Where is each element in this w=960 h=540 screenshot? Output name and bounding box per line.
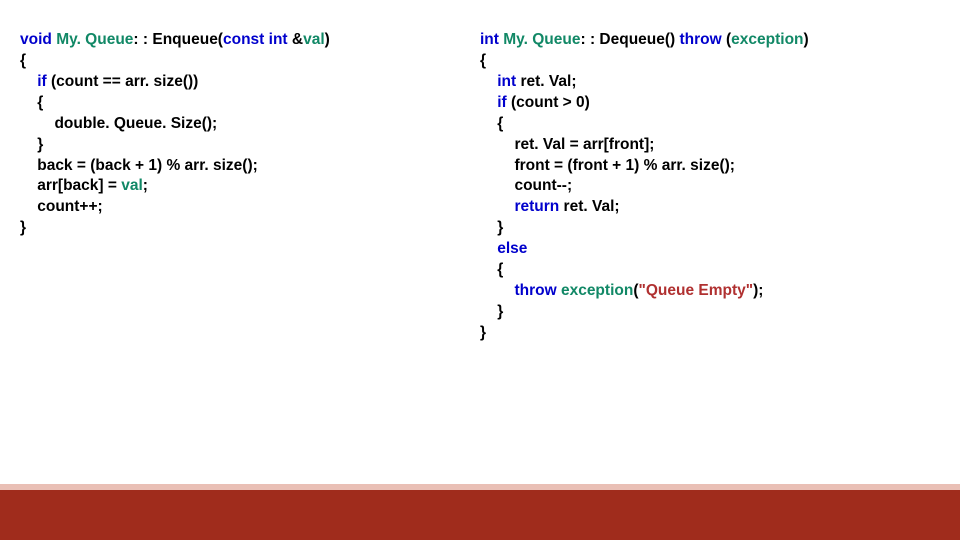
code-token: { <box>20 52 26 69</box>
code-token <box>480 240 497 257</box>
code-token: ret. Val; <box>516 73 576 90</box>
code-token: else <box>497 240 527 257</box>
code-token: void <box>20 31 52 48</box>
code-token: int <box>269 31 288 48</box>
code-token <box>20 73 37 90</box>
code-token <box>480 282 514 299</box>
code-token: if <box>37 73 46 90</box>
code-token: : : Dequeue() <box>580 31 679 48</box>
code-token: ret. Val = arr[front]; <box>480 136 654 153</box>
code-token: val <box>121 177 143 194</box>
code-token: } <box>480 324 486 341</box>
code-token: int <box>497 73 516 90</box>
code-token: } <box>20 136 43 153</box>
code-token: "Queue Empty" <box>638 282 753 299</box>
code-token: : : Enqueue( <box>133 31 223 48</box>
code-token: exception <box>731 31 803 48</box>
code-token: return <box>514 198 559 215</box>
code-token: { <box>480 52 486 69</box>
code-token: } <box>20 219 26 236</box>
code-token: { <box>480 115 503 132</box>
code-token: exception <box>561 282 633 299</box>
code-token: count++; <box>20 198 103 215</box>
code-token: count--; <box>480 177 572 194</box>
code-token: arr[back] = <box>20 177 121 194</box>
code-token: My. Queue <box>56 31 133 48</box>
code-token: } <box>480 303 503 320</box>
code-token: int <box>480 31 499 48</box>
code-token: ; <box>143 177 148 194</box>
code-token: ); <box>753 282 763 299</box>
code-token: ) <box>804 31 809 48</box>
code-token: front = (front + 1) % arr. size(); <box>480 157 735 174</box>
code-token: throw <box>514 282 556 299</box>
footer-bar <box>0 490 960 540</box>
enqueue-code: void My. Queue: : Enqueue(const int &val… <box>20 30 480 344</box>
code-token: (count > 0) <box>507 94 590 111</box>
code-token: & <box>288 31 304 48</box>
code-token: throw <box>680 31 722 48</box>
code-token: { <box>20 94 43 111</box>
code-token <box>480 73 497 90</box>
code-token: val <box>303 31 325 48</box>
code-token: const <box>223 31 264 48</box>
code-token: ( <box>722 31 731 48</box>
code-token: ret. Val; <box>559 198 619 215</box>
code-token: ) <box>325 31 330 48</box>
code-token <box>480 198 514 215</box>
code-token: (count == arr. size()) <box>47 73 199 90</box>
code-token: double. Queue. Size(); <box>20 115 217 132</box>
code-token: back = (back + 1) % arr. size(); <box>20 157 258 174</box>
dequeue-code: int My. Queue: : Dequeue() throw (except… <box>480 30 940 344</box>
code-token: My. Queue <box>503 31 580 48</box>
code-token: { <box>480 261 503 278</box>
code-token: if <box>497 94 506 111</box>
code-token: } <box>480 219 503 236</box>
code-token <box>480 94 497 111</box>
